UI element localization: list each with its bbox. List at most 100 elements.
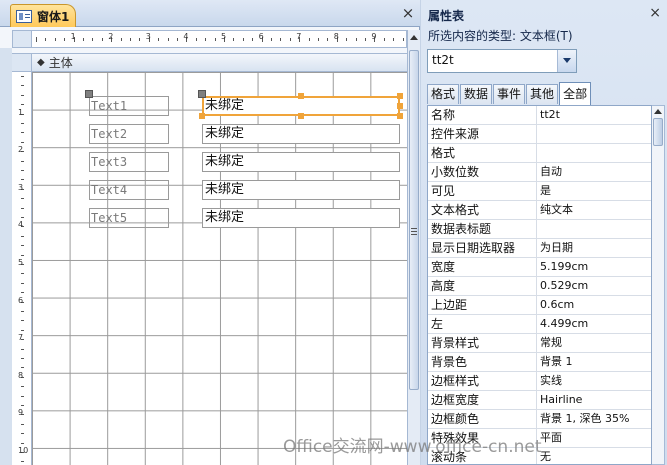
ruler-number: 2: [18, 145, 24, 155]
textbox-5[interactable]: 未绑定: [202, 208, 400, 228]
property-value[interactable]: [538, 125, 651, 143]
close-property-sheet-button[interactable]: ×: [649, 5, 661, 21]
ruler-tick: [21, 367, 24, 369]
property-sheet-title: 属性表: [428, 9, 465, 23]
close-document-button[interactable]: ×: [401, 5, 415, 21]
textbox-4[interactable]: 未绑定: [202, 180, 400, 200]
property-row[interactable]: 文本格式 纯文本: [428, 201, 651, 220]
tab-other[interactable]: 其他: [526, 84, 559, 104]
property-row[interactable]: 宽度 5.199cm: [428, 258, 651, 277]
property-row[interactable]: 滚动条无: [428, 448, 651, 464]
property-value[interactable]: 是: [538, 182, 651, 200]
property-value[interactable]: [538, 220, 651, 238]
label-text1[interactable]: Text1: [89, 96, 169, 116]
resize-handle-top-right[interactable]: [397, 93, 403, 99]
label-text4[interactable]: Text4: [89, 180, 169, 200]
tab-all[interactable]: 全部: [559, 82, 592, 105]
property-row[interactable]: 显示日期选取器 为日期: [428, 239, 651, 258]
horizontal-ruler[interactable]: 1 2 3 4 5 6 7 8 9: [32, 30, 407, 48]
property-value[interactable]: tt2t: [538, 106, 651, 124]
scrollbar-thumb[interactable]: [409, 50, 419, 390]
ruler-tick: [21, 76, 24, 77]
label-text5[interactable]: Text5: [89, 208, 169, 228]
ruler-number: 3: [18, 182, 24, 192]
tab-format[interactable]: 格式: [427, 84, 460, 104]
property-value[interactable]: 0.6cm: [538, 296, 651, 314]
property-row[interactable]: 上边距 0.6cm: [428, 296, 651, 315]
resize-handle-bottom[interactable]: [298, 113, 304, 119]
label-move-handle[interactable]: [85, 90, 93, 98]
property-value[interactable]: 4.499cm: [538, 315, 651, 333]
section-selector[interactable]: [12, 53, 32, 72]
record-selector-strip: [0, 48, 12, 465]
property-name: 背景色: [428, 353, 537, 371]
property-row[interactable]: 边框样式 实线: [428, 372, 651, 391]
resize-handle-right[interactable]: [397, 103, 403, 109]
textbox-2[interactable]: 未绑定: [202, 124, 400, 144]
property-row[interactable]: 格式: [428, 144, 651, 163]
chevron-down-icon[interactable]: [557, 50, 576, 72]
ruler-tick: [167, 38, 169, 41]
ruler-number: 3: [145, 32, 151, 41]
property-row[interactable]: 背景样式 常规: [428, 334, 651, 353]
property-tabs: 格式 数据 事件 其他 全部: [427, 82, 592, 105]
property-row[interactable]: 数据表标题: [428, 220, 651, 239]
document-tab-bar: 窗体1 ×: [0, 0, 420, 27]
property-value[interactable]: [538, 144, 651, 162]
ruler-tick: [21, 461, 24, 463]
ruler-tick: [242, 38, 244, 41]
textbox-move-handle[interactable]: [198, 90, 206, 98]
vertical-ruler[interactable]: 1 2 3 4 5 6 7 8 9 10: [12, 72, 32, 465]
resize-handle-bottom-left[interactable]: [199, 113, 205, 119]
tab-form1[interactable]: 窗体1: [10, 4, 76, 27]
property-value[interactable]: 背景 1: [538, 353, 651, 371]
property-row[interactable]: 边框宽度 Hairline: [428, 391, 651, 410]
property-value[interactable]: 平面: [538, 429, 651, 447]
ruler-tick: [327, 38, 329, 41]
ruler-tick: [21, 179, 24, 181]
ruler-number: 8: [18, 370, 24, 380]
label-text3[interactable]: Text3: [89, 152, 169, 172]
scrollbar-grip-icon: [411, 228, 417, 235]
textbox-3[interactable]: 未绑定: [202, 152, 400, 172]
form-design-window: 窗体1 × 1 2 3 4 5 6 7 8 9 ◆ 主体 1 2 3 4 5 6 7 8 9 10 Text1 T…: [0, 0, 420, 465]
property-value[interactable]: 为日期: [538, 239, 651, 257]
form-selector[interactable]: [12, 30, 32, 48]
ruler-tick: [21, 395, 24, 397]
tab-form1-label: 窗体1: [37, 9, 70, 24]
scroll-up-arrow-icon[interactable]: [654, 109, 662, 114]
property-row[interactable]: 名称 tt2t: [428, 106, 651, 125]
ruler-tick: [21, 85, 24, 87]
tab-event[interactable]: 事件: [493, 84, 526, 104]
property-value[interactable]: 背景 1, 深色 35%: [538, 410, 651, 428]
form-vertical-scrollbar[interactable]: [407, 30, 420, 465]
control-selector-dropdown[interactable]: tt2t: [427, 49, 577, 73]
ruler-tick: [21, 141, 24, 143]
tab-data[interactable]: 数据: [460, 84, 493, 104]
scroll-up-arrow-icon[interactable]: [410, 35, 418, 40]
resize-handle-bottom-right[interactable]: [397, 113, 403, 119]
resize-handle-top[interactable]: [298, 93, 304, 99]
ruler-number: 8: [333, 32, 339, 41]
property-value[interactable]: 无: [538, 448, 651, 464]
property-name: 滚动条: [428, 448, 537, 464]
property-value[interactable]: 自动: [538, 163, 651, 181]
property-value[interactable]: 常规: [538, 334, 651, 352]
property-row[interactable]: 特殊效果 平面: [428, 429, 651, 448]
property-row[interactable]: 背景色 背景 1: [428, 353, 651, 372]
property-value[interactable]: 0.529cm: [538, 277, 651, 295]
detail-section-bar[interactable]: ◆ 主体: [32, 53, 407, 72]
property-row[interactable]: 控件来源: [428, 125, 651, 144]
property-value[interactable]: Hairline: [538, 391, 651, 409]
scrollbar-thumb[interactable]: [653, 118, 663, 146]
property-row[interactable]: 高度 0.529cm: [428, 277, 651, 296]
property-row[interactable]: 小数位数 自动: [428, 163, 651, 182]
property-row[interactable]: 左 4.499cm: [428, 315, 651, 334]
property-row[interactable]: 边框颜色 背景 1, 深色 35%: [428, 410, 651, 429]
property-value[interactable]: 纯文本: [538, 201, 651, 219]
property-value[interactable]: 5.199cm: [538, 258, 651, 276]
label-text2[interactable]: Text2: [89, 124, 169, 144]
property-value[interactable]: 实线: [538, 372, 651, 390]
property-grid-scrollbar[interactable]: [652, 105, 665, 465]
property-row[interactable]: 可见是: [428, 182, 651, 201]
